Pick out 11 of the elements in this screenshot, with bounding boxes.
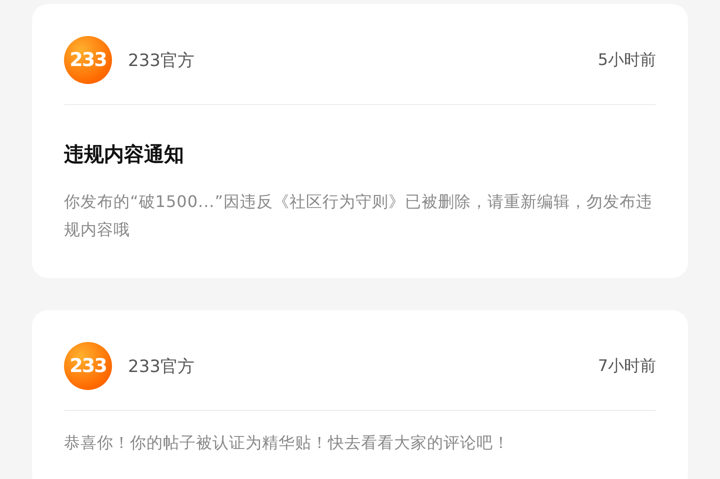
notification-message: 你发布的“破1500...”因违反《社区行为守则》已被删除，请重新编辑，勿发布违规内容哦 — [64, 191, 654, 241]
sender-name: 233官方 — [128, 50, 196, 72]
sender-name: 233官方 — [128, 356, 196, 378]
notification-message: 恭喜你！你的帖子被认证为精华贴！快去看看大家的评论吧！ — [64, 432, 510, 454]
notification-title: 违规内容通知 — [64, 141, 185, 168]
timestamp: 5小时前 — [598, 50, 656, 70]
notification-card[interactable]: 233 233官方 7小时前 恭喜你！你的帖子被认证为精华贴！快去看看大家的评论吧！ — [32, 310, 688, 479]
notification-card[interactable]: 233 233官方 5小时前 违规内容通知 你发布的“破1500...”因违反《社区行为守则》已被删除，请重新编辑，勿发布违规内容哦 — [32, 4, 688, 278]
app-logo: 233 — [64, 36, 112, 84]
app-logo: 233 — [64, 342, 112, 390]
timestamp: 7小时前 — [598, 356, 656, 376]
